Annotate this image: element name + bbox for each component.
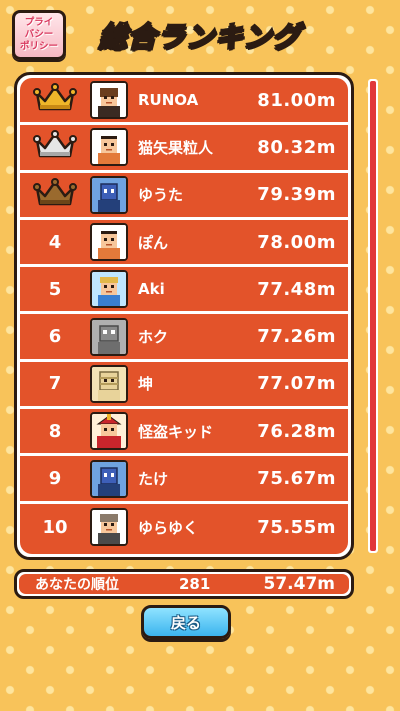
policy-line-1: プライ <box>24 17 54 28</box>
player-name: Aki <box>138 280 165 299</box>
player-name: RUNOA <box>138 91 199 110</box>
rank-cell: 5 <box>20 279 90 300</box>
rank-cell <box>20 177 90 212</box>
rank-number: 8 <box>48 420 62 442</box>
your-rank-score: 57.47m <box>263 574 336 594</box>
ranking-row: 猫矢果粒人 80.32m <box>20 125 348 173</box>
player-name: 坤 <box>138 375 154 394</box>
ranking-list[interactable]: RUNOA 81.00m 猫矢果粒人 80.32m ゆうた 79.39m 4 ぽん 78.00m… <box>20 78 348 554</box>
rank-cell: 10 <box>20 517 90 538</box>
privacy-policy-button[interactable]: プライ バシー ポリシー <box>12 10 66 60</box>
ranking-row: 10 ゆらゆく 75.55m <box>20 504 348 551</box>
ranking-row: 8 怪盗キッド 76.28m <box>20 409 348 457</box>
rank-number: 7 <box>48 373 62 395</box>
player-avatar <box>90 223 128 262</box>
rank-cell <box>20 83 90 117</box>
ranking-row: 6 ホク 77.26m <box>20 314 348 362</box>
player-score: 77.07m <box>257 373 336 395</box>
ranking-row: 4 ぽん 78.00m <box>20 220 348 268</box>
player-avatar <box>90 81 128 120</box>
player-avatar <box>90 128 128 167</box>
gold-crown-icon <box>33 83 77 117</box>
player-name: ホク <box>138 328 169 347</box>
player-score: 76.28m <box>257 420 336 442</box>
silver-crown-icon <box>33 130 77 164</box>
player-avatar <box>90 364 128 403</box>
back-button[interactable]: 戻る <box>141 605 231 639</box>
page-title: 総合ランキング <box>98 19 302 54</box>
player-avatar <box>90 317 128 356</box>
player-score: 75.55m <box>257 516 336 538</box>
player-avatar <box>90 270 128 309</box>
ranking-row: 9 たけ 75.67m <box>20 456 348 504</box>
your-rank-label: あなたの順位 <box>35 577 119 593</box>
player-score: 81.00m <box>257 89 336 111</box>
policy-line-2: バシー <box>24 29 54 40</box>
player-score: 75.67m <box>257 468 336 490</box>
ranking-board: RUNOA 81.00m 猫矢果粒人 80.32m ゆうた 79.39m 4 ぽん 78.00m… <box>14 72 354 560</box>
player-avatar <box>90 412 128 451</box>
rank-cell: 7 <box>20 373 90 394</box>
player-name: ゆうた <box>138 186 184 205</box>
scrollbar[interactable] <box>368 79 378 553</box>
title-banner: 総合ランキング <box>80 14 320 56</box>
rank-number: 5 <box>48 278 62 300</box>
rank-number: 6 <box>48 326 62 348</box>
rank-cell: 8 <box>20 421 90 442</box>
your-rank-value: 281 <box>179 575 211 593</box>
player-score: 80.32m <box>257 136 336 158</box>
rank-cell: 9 <box>20 468 90 489</box>
player-score: 77.26m <box>257 326 336 348</box>
player-score: 79.39m <box>257 184 336 206</box>
rank-number: 10 <box>42 516 68 538</box>
rank-number: 4 <box>48 231 62 253</box>
rank-cell <box>20 130 90 164</box>
player-name: 猫矢果粒人 <box>138 138 214 157</box>
rank-cell: 6 <box>20 326 90 347</box>
player-name: ゆらゆく <box>138 518 199 537</box>
scrollbar-thumb[interactable] <box>370 81 376 551</box>
ranking-row: ゆうた 79.39m <box>20 173 348 220</box>
your-rank-bar: あなたの順位 281 57.47m <box>14 569 354 599</box>
rank-number: 9 <box>48 468 62 490</box>
bronze-crown-icon <box>33 177 77 212</box>
ranking-row: RUNOA 81.00m <box>20 78 348 126</box>
player-score: 77.48m <box>257 278 336 300</box>
player-avatar <box>90 175 128 214</box>
ranking-row: 5 Aki 77.48m <box>20 267 348 315</box>
rank-cell: 4 <box>20 232 90 253</box>
policy-line-3: ポリシー <box>19 41 58 52</box>
player-name: ぽん <box>138 233 169 252</box>
player-avatar <box>90 508 128 547</box>
player-name: たけ <box>138 470 169 489</box>
ranking-row: 7 坤 77.07m <box>20 362 348 410</box>
player-avatar <box>90 459 128 498</box>
player-name: 怪盗キッド <box>138 422 214 441</box>
player-score: 78.00m <box>257 231 336 253</box>
